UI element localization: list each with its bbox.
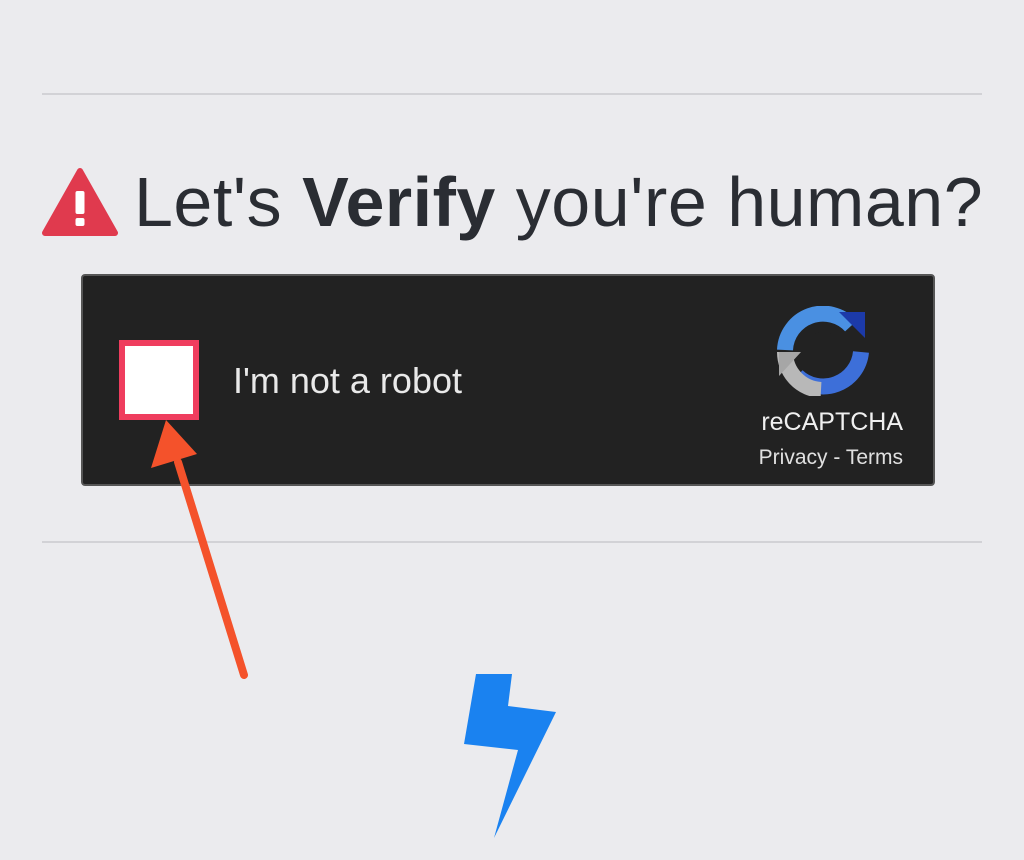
lightning-bolt-icon bbox=[464, 674, 556, 838]
warning-triangle-icon bbox=[42, 168, 118, 236]
not-robot-label[interactable]: I'm not a robot bbox=[233, 360, 462, 402]
recaptcha-widget: I'm not a robot reCAPTCHA Privacy - Term… bbox=[81, 274, 935, 486]
heading-suffix: you're human? bbox=[495, 163, 984, 241]
terms-link[interactable]: Terms bbox=[846, 446, 903, 469]
not-robot-checkbox[interactable] bbox=[119, 340, 199, 420]
recaptcha-logo-icon bbox=[777, 306, 869, 396]
recaptcha-links: Privacy - Terms bbox=[759, 446, 903, 470]
link-separator: - bbox=[827, 446, 846, 469]
heading-prefix: Let's bbox=[134, 163, 303, 241]
recaptcha-brand: reCAPTCHA bbox=[761, 408, 903, 436]
heading-text: Let's Verify you're human? bbox=[134, 162, 983, 242]
heading-emphasis: Verify bbox=[302, 163, 496, 241]
bottom-divider bbox=[42, 541, 982, 543]
page-heading: Let's Verify you're human? bbox=[42, 162, 1002, 242]
privacy-link[interactable]: Privacy bbox=[759, 446, 828, 469]
top-divider bbox=[42, 93, 982, 95]
